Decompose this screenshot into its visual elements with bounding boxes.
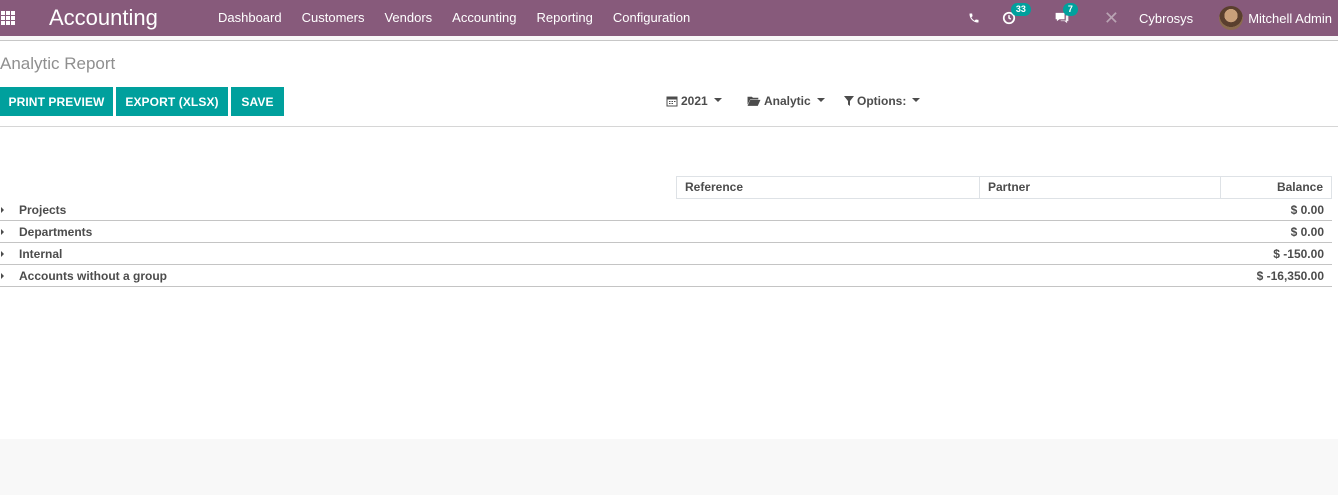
folder-open-icon [747, 96, 761, 106]
caret-right-icon [1, 229, 4, 235]
control-panel-divider [0, 126, 1338, 127]
analytic-filter[interactable]: Analytic [747, 94, 825, 108]
options-label: Options: [857, 94, 907, 108]
activity-clock-icon[interactable]: 33 [1002, 3, 1031, 25]
app-title[interactable]: Accounting [49, 5, 158, 31]
systray: 33 7 ✕ Cybrosys Mitchell Admin [968, 0, 1338, 36]
row-name: Departments [19, 225, 93, 239]
row-balance: $ -16,350.00 [1256, 269, 1324, 283]
options-filter[interactable]: Options: [844, 94, 921, 108]
table-header: Reference Partner Balance [676, 176, 1332, 199]
user-menu[interactable]: Mitchell Admin [1219, 6, 1332, 30]
page-title: Analytic Report [0, 54, 116, 73]
row-name: Projects [19, 203, 67, 217]
activity-count-badge: 33 [1010, 3, 1031, 16]
messages-count-badge: 7 [1062, 3, 1078, 16]
period-label: 2021 [681, 94, 708, 108]
menu-customers[interactable]: Customers [292, 0, 375, 36]
page-footer-area [0, 439, 1338, 495]
messages-icon[interactable]: 7 [1054, 3, 1078, 25]
row-name: Internal [19, 247, 63, 261]
print-preview-button[interactable]: PRINT PREVIEW [0, 87, 113, 116]
row-balance: $ -150.00 [1273, 247, 1324, 261]
apps-menu-icon[interactable] [1, 11, 17, 25]
chevron-down-icon [912, 98, 921, 102]
close-icon[interactable]: ✕ [1104, 8, 1119, 29]
menu-dashboard[interactable]: Dashboard [208, 0, 292, 36]
calendar-icon [666, 96, 678, 107]
column-reference: Reference [677, 177, 980, 198]
row-balance: $ 0.00 [1290, 203, 1324, 217]
table-row[interactable]: Projects $ 0.00 [0, 199, 1332, 221]
main-navbar: Accounting Dashboard Customers Vendors A… [0, 0, 1338, 36]
phone-icon[interactable] [968, 12, 980, 24]
caret-right-icon [1, 273, 4, 279]
export-xlsx-button[interactable]: EXPORT (XLSX) [116, 87, 228, 116]
avatar [1219, 6, 1244, 30]
chevron-down-icon [713, 98, 722, 102]
save-button[interactable]: SAVE [231, 87, 284, 116]
company-switcher[interactable]: Cybrosys [1139, 11, 1193, 26]
table-row[interactable]: Departments $ 0.00 [0, 221, 1332, 243]
menu-accounting[interactable]: Accounting [442, 0, 526, 36]
column-partner: Partner [980, 177, 1221, 198]
filter-icon [844, 95, 854, 106]
row-name: Accounts without a group [19, 269, 167, 283]
main-content: Analytic Report PRINT PREVIEW EXPORT (XL… [0, 41, 1338, 439]
caret-right-icon [1, 207, 4, 213]
analytic-label: Analytic [764, 94, 811, 108]
chevron-down-icon [816, 98, 825, 102]
menu-vendors[interactable]: Vendors [374, 0, 442, 36]
main-menu: Dashboard Customers Vendors Accounting R… [208, 0, 700, 36]
table-row[interactable]: Accounts without a group $ -16,350.00 [0, 265, 1332, 287]
menu-reporting[interactable]: Reporting [527, 0, 603, 36]
column-balance: Balance [1276, 180, 1323, 194]
caret-right-icon [1, 251, 4, 257]
period-filter[interactable]: 2021 [666, 94, 722, 108]
table-row[interactable]: Internal $ -150.00 [0, 243, 1332, 265]
row-balance: $ 0.00 [1290, 225, 1324, 239]
menu-configuration[interactable]: Configuration [603, 0, 700, 36]
user-name: Mitchell Admin [1248, 10, 1332, 26]
